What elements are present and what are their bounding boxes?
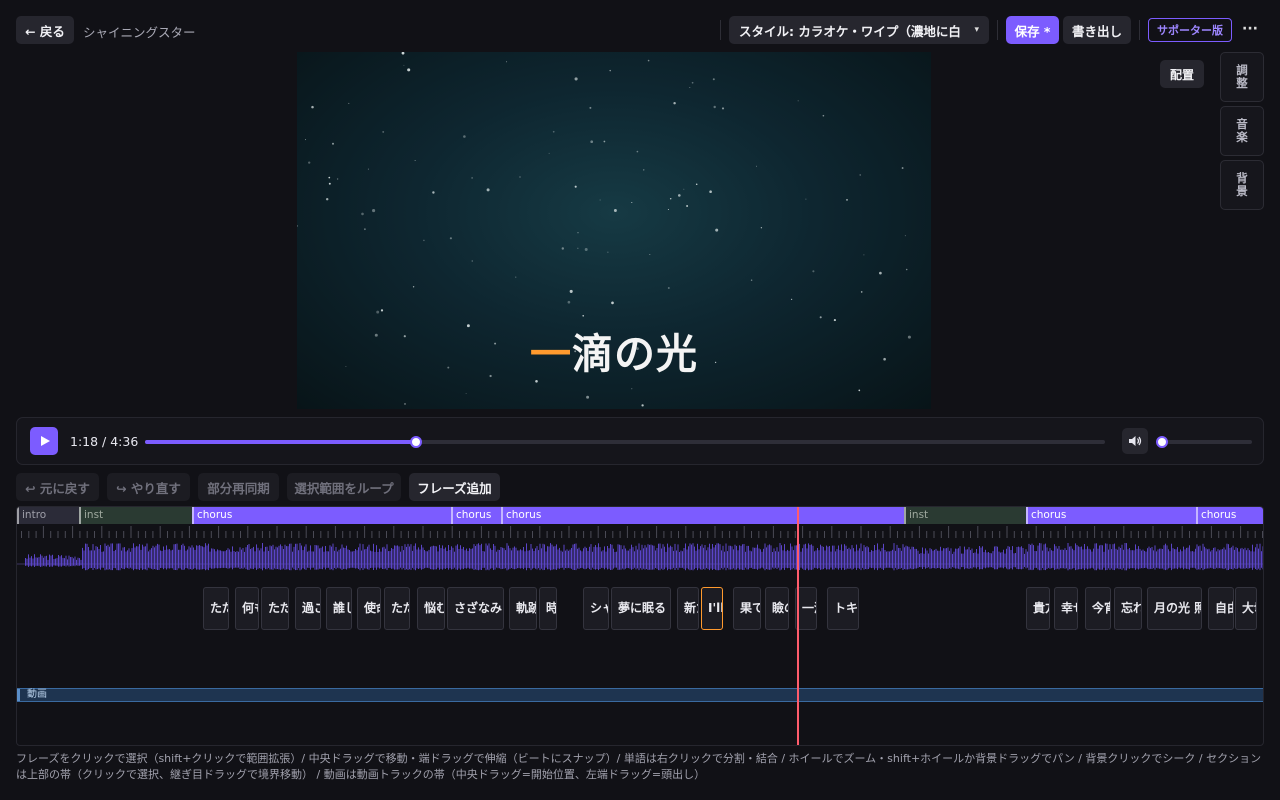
save-button[interactable]: 保存 * xyxy=(1006,16,1059,44)
help-text: フレーズをクリックで選択（shift+クリックで範囲拡張）/ 中央ドラッグで移動… xyxy=(16,752,1262,781)
phrase-block[interactable]: 果て xyxy=(733,587,761,630)
more-options-icon[interactable]: ··· xyxy=(1240,17,1260,41)
section-chorus[interactable]: chorus xyxy=(1196,507,1263,524)
supporter-edition-button[interactable]: サポーター版 xyxy=(1148,18,1232,42)
section-boundary-handle[interactable] xyxy=(17,507,19,524)
phrase-block[interactable]: 使命 xyxy=(357,587,381,630)
phrase-block[interactable]: 夢に眠る xyxy=(611,587,671,630)
phrase-block[interactable]: トキ xyxy=(827,587,859,630)
speaker-icon xyxy=(1129,436,1142,446)
section-boundary-handle[interactable] xyxy=(904,507,906,524)
phrase-block[interactable]: シャ xyxy=(583,587,609,630)
section-boundary-handle[interactable] xyxy=(1026,507,1028,524)
volume-handle[interactable] xyxy=(1156,436,1168,448)
side-tab-adjust[interactable]: 調 整 xyxy=(1220,52,1264,102)
phrase-block[interactable]: 瞼の xyxy=(765,587,789,630)
audio-waveform xyxy=(17,543,1263,571)
phrase-block[interactable]: 時 xyxy=(539,587,557,630)
section-boundary-handle[interactable] xyxy=(79,507,81,524)
phrase-block[interactable]: 悩む xyxy=(417,587,445,630)
phrase-block[interactable]: 幸せ xyxy=(1054,587,1078,630)
phrase-block[interactable]: 過ご xyxy=(295,587,321,630)
lyric-highlighted-part: 一 xyxy=(530,330,572,378)
section-label: inst xyxy=(909,509,929,521)
phrase-block[interactable]: ただ xyxy=(203,587,229,630)
video-preview[interactable]: 一滴の光 xyxy=(297,52,931,409)
section-chorus[interactable]: chorus xyxy=(192,507,451,524)
phrase-block[interactable]: 誰し xyxy=(326,587,352,630)
seek-handle[interactable] xyxy=(410,436,423,448)
phrase-block[interactable]: 軌跡 xyxy=(509,587,537,630)
seek-progress xyxy=(145,440,417,444)
divider xyxy=(720,20,721,40)
side-tab-music[interactable]: 音 楽 xyxy=(1220,106,1264,156)
video-track-left-edge[interactable] xyxy=(17,689,20,701)
section-label: inst xyxy=(84,509,104,521)
section-chorus[interactable]: chorus xyxy=(501,507,904,524)
section-inst[interactable]: inst xyxy=(904,507,1026,524)
phrase-block[interactable]: 今宵 xyxy=(1085,587,1111,630)
phrase-block[interactable]: 貴方 xyxy=(1026,587,1050,630)
phrase-block[interactable]: 忘れ xyxy=(1114,587,1142,630)
back-button[interactable]: ← 戻る xyxy=(16,16,74,44)
section-label: chorus xyxy=(1201,509,1237,521)
play-button[interactable] xyxy=(30,427,58,455)
phrase-block[interactable]: さざなみ xyxy=(447,587,504,630)
playhead[interactable] xyxy=(797,507,799,745)
phrase-block[interactable]: 新た xyxy=(677,587,699,630)
section-boundary-handle[interactable] xyxy=(1196,507,1198,524)
phrase-block[interactable]: 大切 xyxy=(1235,587,1257,630)
export-button[interactable]: 書き出し xyxy=(1063,16,1131,44)
phrase-block[interactable]: 月の光 照 xyxy=(1147,587,1202,630)
timeline[interactable]: intro inst chorus chorus chorus inst chorus cho… xyxy=(16,506,1264,746)
phrase-block[interactable]: 自由 xyxy=(1208,587,1234,630)
add-phrase-button[interactable]: フレーズ追加 xyxy=(409,473,500,501)
phrase-block[interactable]: I'll xyxy=(701,587,723,630)
chevron-down-icon: ▾ xyxy=(974,25,979,35)
section-label: chorus xyxy=(506,509,542,521)
partial-resync-button[interactable]: 部分再同期 xyxy=(198,473,279,501)
play-icon xyxy=(40,436,50,446)
side-tab-label: 景 xyxy=(1236,184,1248,198)
section-inst[interactable]: inst xyxy=(79,507,192,524)
layout-button[interactable]: 配置 xyxy=(1160,60,1204,88)
phrase-block[interactable]: ただ xyxy=(384,587,410,630)
section-label: intro xyxy=(22,509,47,521)
player-bar: 1:18 / 4:36 xyxy=(16,417,1264,465)
divider xyxy=(997,20,998,40)
section-boundary-handle[interactable] xyxy=(451,507,453,524)
project-title: シャイニングスター xyxy=(83,25,196,40)
seek-bar[interactable] xyxy=(145,436,1105,448)
volume-slider[interactable] xyxy=(1156,436,1252,448)
volume-button[interactable] xyxy=(1122,428,1148,454)
video-track[interactable]: 動画 xyxy=(17,688,1263,702)
section-chorus[interactable]: chorus xyxy=(451,507,501,524)
section-chorus[interactable]: chorus xyxy=(1026,507,1196,524)
side-tab-label: 整 xyxy=(1236,76,1248,90)
section-boundary-handle[interactable] xyxy=(192,507,194,524)
section-label: chorus xyxy=(197,509,233,521)
section-intro[interactable]: intro xyxy=(17,507,79,524)
section-boundary-handle[interactable] xyxy=(501,507,503,524)
side-tab-label: 楽 xyxy=(1236,130,1248,144)
side-tab-background[interactable]: 背 景 xyxy=(1220,160,1264,210)
preview-lyric: 一滴の光 xyxy=(297,320,931,380)
style-select-label: スタイル: カラオケ・ワイプ（濃地に白… xyxy=(739,23,961,39)
style-select[interactable]: スタイル: カラオケ・ワイプ（濃地に白… ▾ xyxy=(729,16,989,44)
time-display: 1:18 / 4:36 xyxy=(70,434,139,449)
video-track-label: 動画 xyxy=(27,689,47,700)
beat-ticks xyxy=(21,526,1263,538)
phrase-block[interactable]: ただ xyxy=(261,587,289,630)
divider xyxy=(1139,20,1140,40)
section-label: chorus xyxy=(1031,509,1067,521)
section-label: chorus xyxy=(456,509,492,521)
undo-button[interactable]: ↩ 元に戻す xyxy=(16,473,99,501)
redo-button[interactable]: ↪ やり直す xyxy=(107,473,190,501)
lyric-rest: 滴の光 xyxy=(572,330,698,378)
phrase-block[interactable]: 何も xyxy=(235,587,259,630)
loop-selection-button[interactable]: 選択範囲をループ xyxy=(287,473,401,501)
